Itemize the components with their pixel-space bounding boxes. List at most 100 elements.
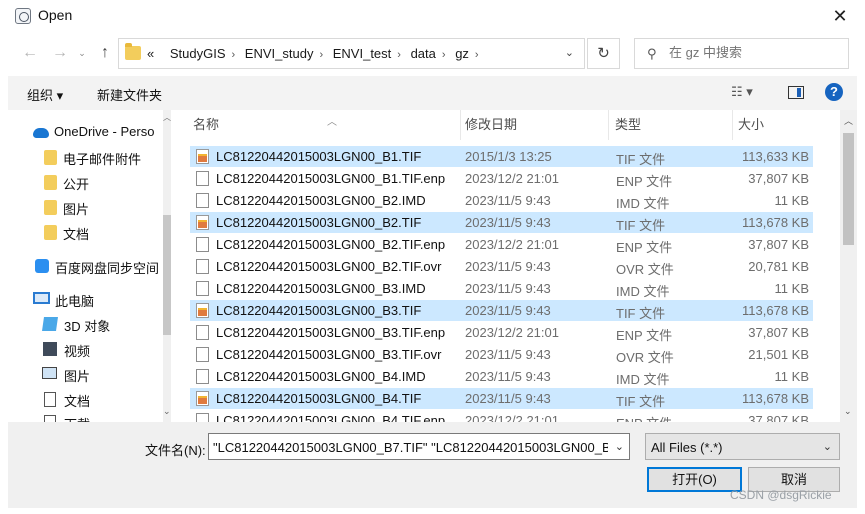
view-options-icon[interactable]: ☷ ▾ xyxy=(731,84,753,100)
table-row[interactable]: LC81220442015003LGN00_B4.TIF 2023/11/5 9:… xyxy=(190,388,813,409)
chevron-up-icon[interactable]: ︿ xyxy=(844,114,853,127)
column-header-name[interactable]: 名称 ︿ xyxy=(189,110,461,140)
sidebar-item-videos[interactable]: 视频 xyxy=(8,338,158,360)
file-type-cell: TIF 文件 xyxy=(616,306,666,321)
chevron-down-icon[interactable]: ⌄ xyxy=(565,46,574,59)
folder-icon xyxy=(44,225,57,240)
breadcrumb-item[interactable]: StudyGIS xyxy=(170,46,226,61)
column-header-date[interactable]: 修改日期 xyxy=(461,110,609,140)
arrow-up-icon[interactable]: ↑ xyxy=(95,43,115,63)
file-size-cell: 20,781 KB xyxy=(748,259,809,274)
preview-pane-icon[interactable] xyxy=(788,86,804,99)
table-row[interactable]: LC81220442015003LGN00_B4.IMD 2023/11/5 9:… xyxy=(190,366,813,387)
address-bar[interactable]: « StudyGIS › ENVI_study › ENVI_test › data ›… xyxy=(118,38,585,69)
file-size-cell: 113,678 KB xyxy=(742,391,809,406)
sidebar-scrollbar-thumb[interactable] xyxy=(163,215,171,335)
file-size-cell: 11 KB xyxy=(774,281,809,296)
arrow-left-icon[interactable]: ← xyxy=(20,43,40,63)
table-row[interactable]: LC81220442015003LGN00_B3.IMD 2023/11/5 9:… xyxy=(190,278,813,299)
table-row[interactable]: LC81220442015003LGN00_B2.TIF 2023/11/5 9:… xyxy=(190,212,813,233)
file-size-cell: 21,501 KB xyxy=(748,347,809,362)
file-date-cell: 2023/11/5 9:43 xyxy=(465,259,551,274)
organize-menu[interactable]: 组织 ▾ xyxy=(27,85,63,104)
file-icon xyxy=(196,281,209,296)
new-folder-button[interactable]: 新建文件夹 xyxy=(97,85,162,104)
sidebar-item-label: 百度网盘同步空间 xyxy=(55,261,158,276)
chevron-up-icon[interactable]: ︿ xyxy=(163,112,171,123)
sidebar-item-baidu-netdisk[interactable]: 百度网盘同步空间 xyxy=(8,255,158,277)
sidebar-item-onedrive-documents[interactable]: 文档 xyxy=(8,221,158,243)
table-row[interactable]: LC81220442015003LGN00_B3.TIF.ovr 2023/11/… xyxy=(190,344,813,365)
file-size-cell: 37,807 KB xyxy=(748,325,809,340)
chevron-down-icon[interactable]: ⌄ xyxy=(844,406,852,417)
table-row[interactable]: LC81220442015003LGN00_B3.TIF 2023/11/5 9:… xyxy=(190,300,813,321)
chevron-right-icon: › xyxy=(474,49,479,61)
file-list-scrollbar-thumb[interactable] xyxy=(843,133,854,245)
sidebar-item-pictures[interactable]: 图片 xyxy=(8,363,158,385)
dialog-footer: 文件名(N): "LC81220442015003LGN00_B7.TIF" "… xyxy=(8,422,857,508)
file-name-cell: LC81220442015003LGN00_B2.TIF xyxy=(216,215,422,230)
file-icon xyxy=(196,347,209,362)
breadcrumb-item[interactable]: data xyxy=(411,46,436,61)
sidebar-item-onedrive-pictures[interactable]: 图片 xyxy=(8,196,158,218)
breadcrumb-item[interactable]: gz xyxy=(455,46,469,61)
file-date-cell: 2023/11/5 9:43 xyxy=(465,281,551,296)
column-header-type[interactable]: 类型 xyxy=(611,110,733,140)
file-size-cell: 37,807 KB xyxy=(748,237,809,252)
close-icon[interactable]: ✕ xyxy=(829,5,851,27)
help-icon[interactable]: ? xyxy=(825,83,843,101)
table-row[interactable]: LC81220442015003LGN00_B2.TIF.ovr 2023/11/… xyxy=(190,256,813,277)
sidebar-scrollbar[interactable]: ︿ ⌄ xyxy=(163,110,171,422)
chevron-right-icon: › xyxy=(231,49,236,61)
computer-icon xyxy=(33,292,50,304)
table-row[interactable]: LC81220442015003LGN00_B2.TIF.enp 2023/12/… xyxy=(190,234,813,255)
sidebar-item-email-attachments[interactable]: 电子邮件附件 xyxy=(8,146,158,168)
sidebar-item-public[interactable]: 公开 xyxy=(8,171,158,193)
filetype-value: All Files (*.*) xyxy=(651,440,723,455)
file-size-cell: 113,633 KB xyxy=(742,149,809,164)
table-row[interactable]: LC81220442015003LGN00_B3.TIF.enp 2023/12/… xyxy=(190,322,813,343)
table-row[interactable]: LC81220442015003LGN00_B2.IMD 2023/11/5 9:… xyxy=(190,190,813,211)
sidebar-item-3d-objects[interactable]: 3D 对象 xyxy=(8,313,158,335)
sidebar-item-downloads[interactable]: 下载 xyxy=(8,411,158,422)
chevron-down-icon[interactable]: ⌄ xyxy=(823,440,832,453)
filename-field[interactable]: "LC81220442015003LGN00_B7.TIF" "LC812204… xyxy=(208,433,630,460)
breadcrumb-item[interactable]: ENVI_study xyxy=(245,46,314,61)
sidebar-item-onedrive[interactable]: OneDrive - Perso xyxy=(8,121,158,143)
search-input[interactable] xyxy=(669,45,839,60)
tif-image-file-icon xyxy=(196,391,209,406)
sidebar-item-label: 下载 xyxy=(64,414,90,422)
sidebar-item-label: 3D 对象 xyxy=(64,319,111,334)
breadcrumb: « StudyGIS › ENVI_study › ENVI_test › data ›… xyxy=(147,46,485,61)
sidebar-item-this-pc[interactable]: 此电脑 xyxy=(8,288,158,310)
sidebar-item-documents[interactable]: 文档 xyxy=(8,388,158,410)
file-type-cell: ENP 文件 xyxy=(616,328,673,343)
table-row[interactable]: LC81220442015003LGN00_B1.TIF 2015/1/3 13:… xyxy=(190,146,813,167)
table-row[interactable]: LC81220442015003LGN00_B4.TIF.enp 2023/12/… xyxy=(190,410,813,422)
refresh-button[interactable]: ↻ xyxy=(587,38,620,69)
filetype-select[interactable]: All Files (*.*) ⌄ xyxy=(645,433,840,460)
file-icon xyxy=(196,369,209,384)
file-name-cell: LC81220442015003LGN00_B3.TIF.ovr xyxy=(216,347,442,362)
filename-value[interactable]: "LC81220442015003LGN00_B7.TIF" "LC812204… xyxy=(213,440,608,455)
file-type-cell: IMD 文件 xyxy=(616,196,670,211)
open-button[interactable]: 打开(O) xyxy=(647,467,742,492)
arrow-right-icon[interactable]: → xyxy=(50,43,70,63)
breadcrumb-overflow[interactable]: « xyxy=(147,46,154,61)
3d-objects-icon xyxy=(42,317,58,331)
sidebar-item-label: 视频 xyxy=(64,344,91,359)
breadcrumb-item[interactable]: ENVI_test xyxy=(333,46,392,61)
chevron-down-icon[interactable]: ⌄ xyxy=(615,440,624,453)
file-name-cell: LC81220442015003LGN00_B3.TIF.enp xyxy=(216,325,446,340)
recent-dropdown-icon[interactable]: ⌄ xyxy=(72,43,92,63)
table-row[interactable]: LC81220442015003LGN00_B1.TIF.enp 2023/12/… xyxy=(190,168,813,189)
file-type-cell: ENP 文件 xyxy=(616,413,672,422)
file-list-scrollbar[interactable]: ︿ ⌄ xyxy=(840,110,857,422)
file-name-cell: LC81220442015003LGN00_B1.TIF xyxy=(216,149,422,164)
search-box[interactable]: ⚲ xyxy=(634,38,849,69)
file-name-cell: LC81220442015003LGN00_B4.TIF.enp xyxy=(216,413,446,422)
chevron-right-icon: › xyxy=(441,49,446,61)
tif-image-file-icon xyxy=(196,149,209,164)
column-header-size[interactable]: 大小 xyxy=(734,110,816,140)
chevron-down-icon[interactable]: ⌄ xyxy=(163,406,171,417)
